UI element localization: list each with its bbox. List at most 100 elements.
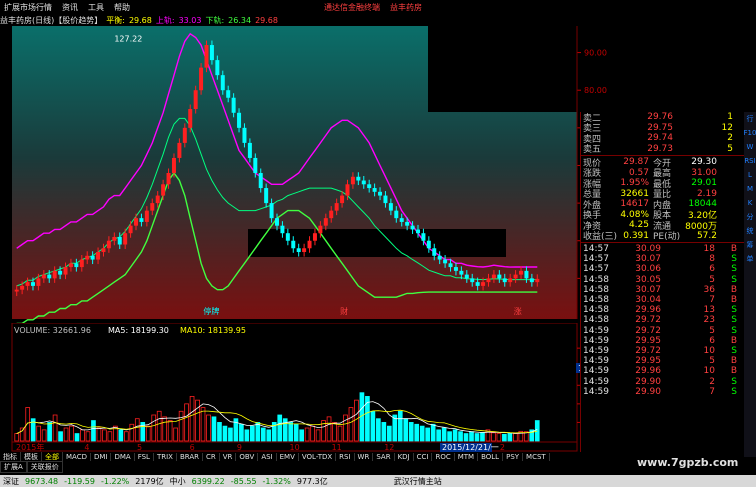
tick-price: 29.96 <box>635 305 661 316</box>
candle-body <box>96 252 101 260</box>
indicator-tab[interactable]: 指标 <box>0 451 21 462</box>
tick-side: S <box>731 264 737 275</box>
volume-bar <box>282 418 288 442</box>
indicator-tab[interactable]: DMA <box>111 452 135 461</box>
stock-name-label: 益丰药房 <box>390 2 422 12</box>
indicator-tab[interactable]: CCI <box>414 452 433 461</box>
indicator-tab[interactable]: DMI <box>91 452 112 461</box>
indicator-tab[interactable]: SAR <box>373 452 395 461</box>
price-chart[interactable]: 90.0080.0070.0060.0050.0040.0030.00 127.… <box>0 26 608 323</box>
candle-body <box>242 127 247 143</box>
tick-row: 14:58 30.05 5 S <box>581 275 744 285</box>
stat-value: 32661 <box>620 188 649 199</box>
sub-tabs: 扩展A 关联报价 <box>0 461 605 473</box>
zx-value: 6399.22 <box>191 476 225 486</box>
candle-body <box>275 218 279 226</box>
tick-volume: 2 <box>709 376 715 387</box>
indicator-tab[interactable]: BOLL <box>478 452 504 461</box>
toolbar-button[interactable]: 单 <box>747 252 754 266</box>
menu-item-news[interactable]: 资讯 <box>58 2 84 13</box>
toolbar-button[interactable]: 行 <box>747 112 754 126</box>
ask-price: 29.74 <box>647 133 673 144</box>
indicator-tab[interactable]: RSI <box>336 452 355 461</box>
indicator-tab[interactable]: KDJ <box>395 452 414 461</box>
candle-body <box>350 176 355 185</box>
candle-body <box>334 203 339 211</box>
tick-time: 14:58 <box>583 274 609 285</box>
date-tick-label: 9 <box>237 443 242 452</box>
menu-item-market[interactable]: 扩展市场行情 <box>0 2 58 13</box>
indicator-tab[interactable]: MTM <box>455 452 479 461</box>
toolbar-button[interactable]: 分 <box>747 210 754 224</box>
volume-bar <box>425 427 431 442</box>
tick-row: 14:58 29.96 13 S <box>581 305 744 315</box>
volume-bar <box>458 431 463 442</box>
sub-tab[interactable]: 关联报价 <box>26 461 63 473</box>
tick-price: 29.72 <box>635 315 661 326</box>
volume-bar <box>447 431 452 442</box>
toolbar-button[interactable]: F10 <box>744 126 756 140</box>
volume-bar <box>534 420 540 442</box>
tick-time: 14:57 <box>583 254 609 265</box>
toolbar-button[interactable]: 筹 <box>747 238 754 252</box>
tick-time: 14:58 <box>583 315 609 326</box>
toolbar-button[interactable]: K <box>748 196 753 210</box>
indicator-tab[interactable]: MACD <box>63 452 91 461</box>
indicator-tab[interactable]: VR <box>220 452 237 461</box>
tick-time: 14:59 <box>583 386 609 397</box>
indicator-tab[interactable]: PSY <box>503 452 524 461</box>
tick-side: S <box>731 376 737 387</box>
toolbar-button[interactable]: W <box>747 140 754 154</box>
volume-bar <box>211 416 217 442</box>
indicator-tabs: 指标 模板 全部 MACD DMI DMA FSL TRIX BRAR CR VR OBV ASI EMV… <box>0 451 605 462</box>
tick-price: 29.95 <box>635 356 661 367</box>
indicator-tab[interactable]: BRAR <box>177 452 203 461</box>
candle-body <box>453 267 458 271</box>
price-tick-label: 90.00 <box>584 49 607 58</box>
toolbar-button[interactable]: 统 <box>747 224 754 238</box>
stat-value: 4.25 <box>628 220 649 231</box>
candle-body <box>247 142 252 158</box>
volume-bar <box>47 422 52 442</box>
tick-row: 14:59 29.96 10 B <box>581 366 744 376</box>
menu-bar: 扩展市场行情 资讯 工具 帮助 通达信金融终端 益丰药房 <box>0 0 428 14</box>
chart-cover-popup <box>248 229 506 257</box>
indicator-tab[interactable]: 模板 <box>21 451 42 462</box>
menu-item-help[interactable]: 帮助 <box>110 2 136 13</box>
indicator-tab[interactable]: MCST <box>523 452 550 461</box>
tick-volume: 5 <box>709 356 715 367</box>
zx-amount: 977.3亿 <box>296 476 328 486</box>
stat-value: 31.00 <box>691 167 717 178</box>
sub-tab[interactable]: 扩展A <box>0 461 27 473</box>
indicator-tab[interactable]: ROC <box>432 452 455 461</box>
volume-bar <box>441 427 447 442</box>
brand-label: 通达信金融终端 <box>324 2 380 12</box>
volume-bar <box>386 425 392 442</box>
candle-body <box>231 97 236 113</box>
indicator-tab[interactable]: OBV <box>236 452 259 461</box>
indicator-tab[interactable]: CR <box>203 452 220 461</box>
toolbar-button[interactable]: M <box>747 182 753 196</box>
toolbar-button[interactable]: RSI <box>744 154 755 168</box>
indicator-tab[interactable]: VOL-TDX <box>299 452 337 461</box>
upper-label: 上轨: <box>155 15 175 25</box>
stat-label: 收益(三) <box>583 232 618 243</box>
ask-volume: 12 <box>721 122 733 133</box>
candle-body <box>399 218 404 222</box>
indicator-tab[interactable]: EMV <box>277 452 299 461</box>
sz-value: 9673.48 <box>25 476 59 486</box>
indicator-tab[interactable]: FSL <box>135 452 154 461</box>
indicator-tab[interactable]: 全部 <box>42 451 63 462</box>
indicator-tab[interactable]: TRIX <box>154 452 177 461</box>
toolbar-button[interactable]: L <box>748 168 752 182</box>
stat-value: 1.95% <box>620 178 649 189</box>
menu-item-tools[interactable]: 工具 <box>84 2 110 13</box>
ask-row: 卖五 29.73 5 <box>581 144 744 156</box>
candle-body <box>25 282 30 286</box>
volume-chart[interactable]: VOLUME: 32661.96 MA5: 18199.30 MA10: 181… <box>0 323 608 453</box>
indicator-tab[interactable]: WR <box>355 452 374 461</box>
volume-bar <box>255 422 261 442</box>
tick-price: 29.90 <box>635 376 661 387</box>
candle-body <box>426 240 431 249</box>
indicator-tab[interactable]: ASI <box>258 452 277 461</box>
